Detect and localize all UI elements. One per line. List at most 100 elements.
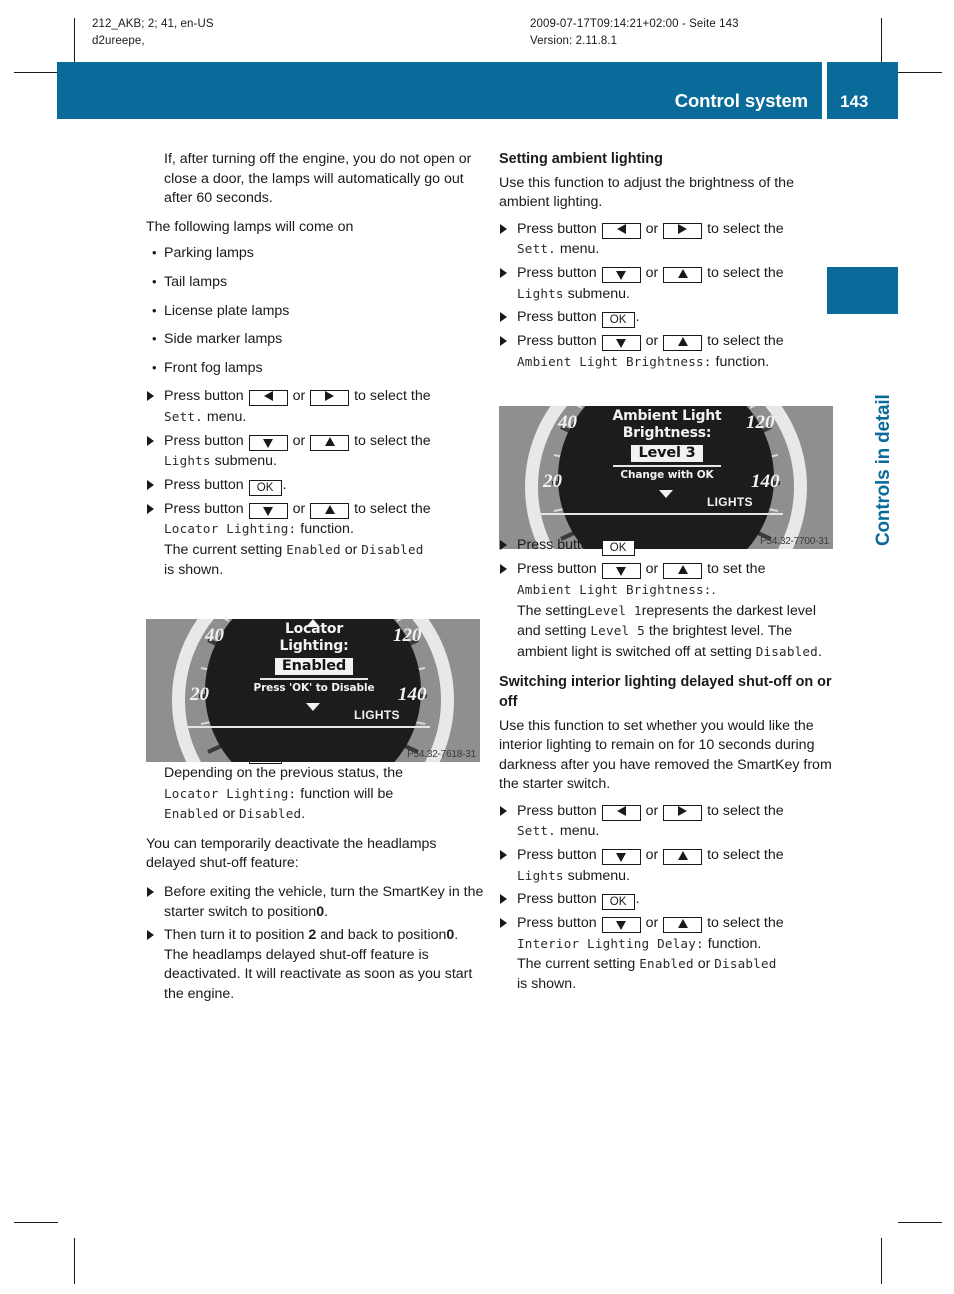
step-note: or <box>344 541 358 558</box>
step-text: Then turn it to position <box>164 927 305 944</box>
display-divider <box>260 678 368 680</box>
step-text: Press button <box>517 847 597 864</box>
section-heading-interior-lighting: Switching interior lighting delayed shut… <box>499 674 832 710</box>
ambient-intro: Use this function to adjust the brightne… <box>499 174 794 211</box>
position-value: 2 <box>308 927 317 944</box>
right-arrow-key[interactable] <box>310 390 350 407</box>
up-arrow-key[interactable] <box>310 434 350 451</box>
step-text: to select the <box>354 500 431 517</box>
section-heading-ambient-lighting: Setting ambient lighting <box>499 151 663 167</box>
step-text: submenu. <box>567 285 630 302</box>
step-turn-position-2-back-0: Then turn it to position 2 and back to p… <box>146 926 484 1004</box>
right-arrow-key[interactable] <box>663 222 703 239</box>
print-meta-left-line1: 212_AKB; 2; 41, en-US <box>92 18 214 30</box>
step-text: Press button <box>517 802 597 819</box>
step-press-ok: Press button OK. <box>146 476 484 496</box>
setting-disabled: Disabled <box>361 541 424 557</box>
step-text: menu. <box>559 823 600 840</box>
step-text: or <box>645 333 659 350</box>
step-marker-icon <box>500 894 507 905</box>
step-marker-icon <box>147 479 154 490</box>
step-press-ok: Press button OK. <box>499 890 837 911</box>
arrow-up-icon <box>677 919 688 929</box>
step-text: to select the <box>707 333 784 350</box>
step-text: or <box>645 802 659 819</box>
ok-key[interactable]: OK <box>248 479 282 496</box>
step-text: Press button <box>517 220 597 237</box>
ok-key[interactable]: OK <box>601 894 635 911</box>
step-text: Press button <box>517 333 597 350</box>
step-note: The headlamps delayed shut-off feature i… <box>164 946 473 1003</box>
position-value: 0 <box>316 903 325 920</box>
step-text: function. <box>707 935 762 952</box>
arrow-left-icon <box>616 805 626 816</box>
ambient-steps-list: Press button or to select the Sett. menu… <box>499 220 837 373</box>
step-marker-icon <box>500 312 507 323</box>
list-item: Front fog lamps <box>146 358 484 379</box>
step-text: menu. <box>206 408 247 425</box>
step-note: Depending on the previous status, the <box>164 765 403 782</box>
menu-name: Lights <box>517 867 564 883</box>
step-select-sett-menu: Press button or to select the Sett. menu… <box>146 387 484 427</box>
step-set-brightness-level: Press button or to set the Ambient Light… <box>499 560 837 662</box>
left-arrow-key[interactable] <box>601 222 641 239</box>
menu-name: Sett. <box>517 823 556 839</box>
ok-key[interactable]: OK <box>601 540 635 557</box>
figure-locator-lighting: 40 20 120 140 Locator Lighting: Enabled … <box>146 619 480 762</box>
up-arrow-key[interactable] <box>663 335 703 352</box>
step-text: to select the <box>707 264 784 281</box>
down-arrow-key[interactable] <box>601 917 641 934</box>
left-arrow-key[interactable] <box>248 390 288 407</box>
display-title-line1: Locator <box>284 621 344 637</box>
down-arrow-key[interactable] <box>601 335 641 352</box>
step-text: to set the <box>707 561 766 578</box>
crop-mark-top-left-horizontal <box>14 72 58 73</box>
down-arrow-key[interactable] <box>601 849 641 866</box>
arrow-down-icon <box>616 339 627 349</box>
setting-enabled: Enabled <box>639 956 694 972</box>
list-item: Parking lamps <box>146 243 484 264</box>
left-arrow-key[interactable] <box>601 804 641 821</box>
step-select-lights-submenu: Press button or to select the Lights sub… <box>499 264 837 304</box>
step-marker-icon <box>500 805 507 816</box>
ok-key[interactable]: OK <box>601 312 635 329</box>
step-select-sett-menu: Press button or to select the Sett. menu… <box>499 220 837 260</box>
menu-name: Lights <box>517 285 564 301</box>
print-meta-left: 212_AKB; 2; 41, en-US d2ureepe, <box>92 16 214 50</box>
step-select-lights-submenu: Press button or to select the Lights sub… <box>499 846 837 886</box>
deactivate-steps-list: Before exiting the vehicle, turn the Sma… <box>146 883 484 1005</box>
up-arrow-key[interactable] <box>663 266 703 283</box>
display-hint: Press 'OK' to Disable <box>253 682 375 694</box>
scroll-down-indicator-icon <box>306 703 320 711</box>
step-text: Press button <box>164 388 244 405</box>
step-note: . <box>301 806 306 823</box>
step-marker-icon <box>500 267 507 278</box>
down-arrow-key[interactable] <box>601 563 641 580</box>
up-arrow-key[interactable] <box>663 563 703 580</box>
up-arrow-key[interactable] <box>663 917 703 934</box>
step-note: or <box>222 806 236 823</box>
step-text: Press button <box>517 891 597 908</box>
up-arrow-key[interactable] <box>663 849 703 866</box>
up-arrow-key[interactable] <box>310 502 350 519</box>
display-title-line2: Lighting: <box>279 638 349 654</box>
step-text: function. <box>715 353 770 370</box>
step-text: to select the <box>707 220 784 237</box>
setting-disabled: Disabled <box>714 956 777 972</box>
step-text: . <box>635 891 640 908</box>
step-marker-icon <box>500 850 507 861</box>
arrow-left-icon <box>616 223 626 234</box>
down-arrow-key[interactable] <box>248 502 288 519</box>
arrow-down-icon <box>616 270 627 280</box>
down-arrow-key[interactable] <box>248 434 288 451</box>
right-arrow-key[interactable] <box>663 804 703 821</box>
display-selected-value: Enabled <box>274 658 354 675</box>
chapter-tab-text: Controls in detail <box>873 394 894 546</box>
arrow-down-icon <box>263 506 274 516</box>
down-arrow-key[interactable] <box>601 266 641 283</box>
step-text: Press button <box>517 309 597 326</box>
step-select-locator-lighting: Press button or to select the Locator Li… <box>146 500 484 580</box>
step-text: . <box>711 581 716 598</box>
arrow-down-icon <box>263 438 274 448</box>
step-marker-icon <box>147 930 154 941</box>
